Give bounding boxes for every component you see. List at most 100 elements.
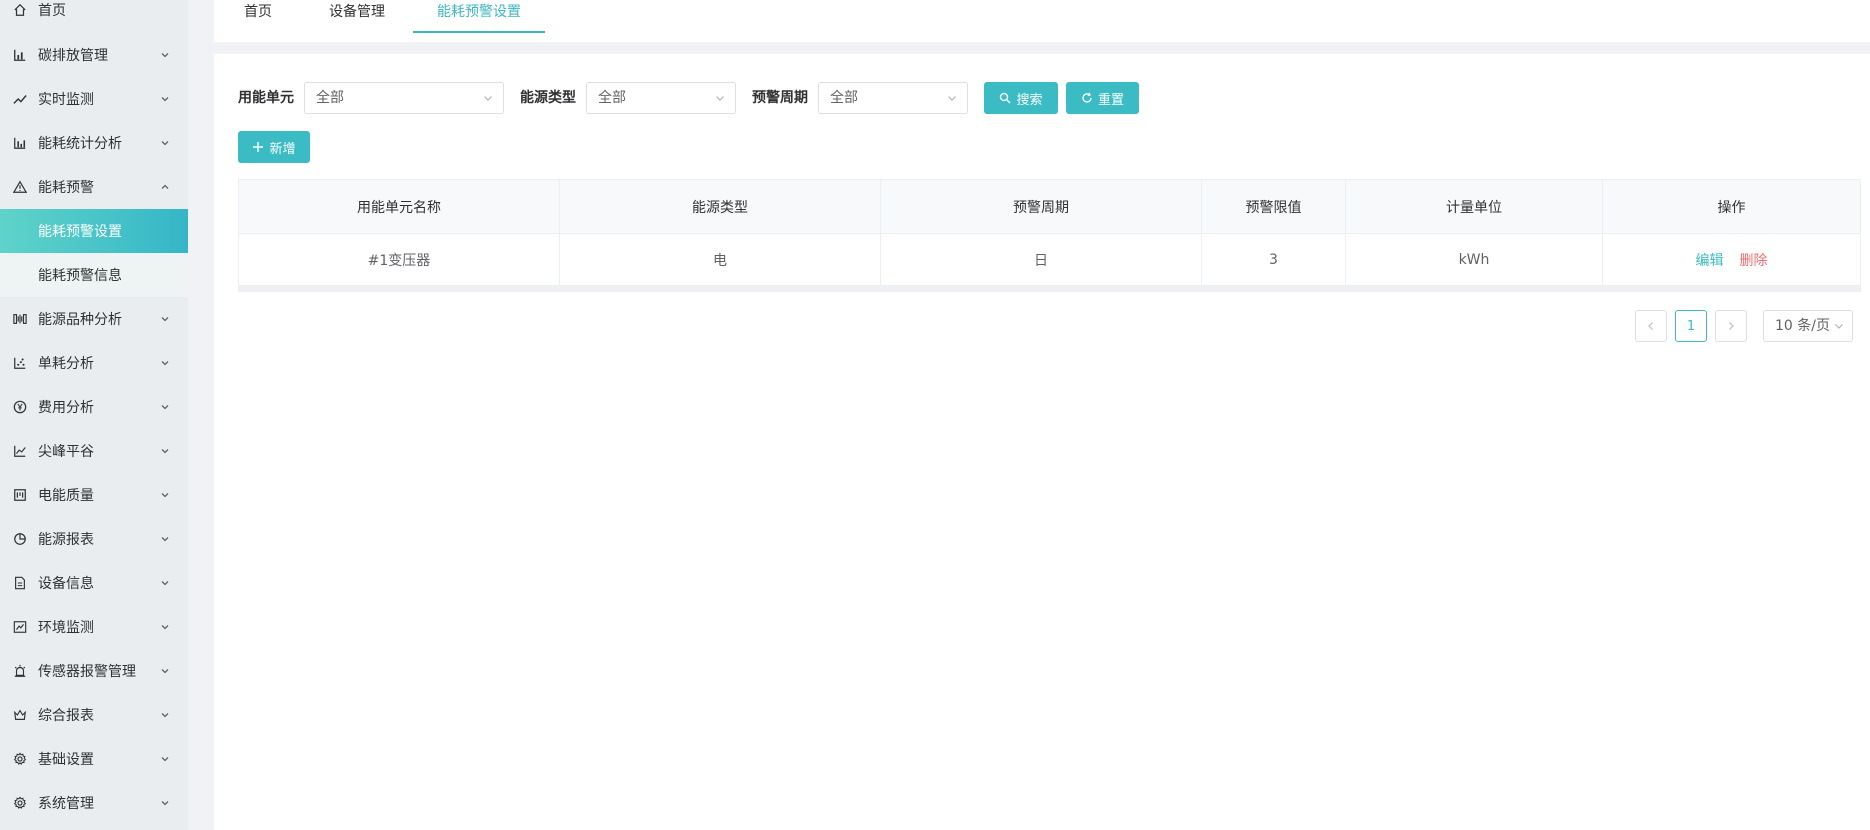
sidebar-item-label: 能源报表 [38,532,94,548]
sidebar-item-label: 能耗预警 [38,180,94,196]
energy-variety-icon [12,311,28,327]
sidebar-subitem-warning-info[interactable]: 能耗预警信息 [0,253,188,297]
chevron-down-icon [160,798,170,808]
chevron-right-icon [1729,322,1734,330]
page-size-value: 10 条/页 [1775,318,1830,334]
chevron-down-icon [160,666,170,676]
sidebar-item-label: 电能质量 [38,488,94,504]
table-cell: kWh [1346,234,1603,286]
crown-report-icon [12,707,28,723]
sidebar-item-energy-variety[interactable]: 能源品种分析 [0,297,188,341]
sidebar-item-label: 单耗分析 [38,356,94,372]
sidebar-item-energy-report[interactable]: 能源报表 [0,517,188,561]
chevron-down-icon [160,446,170,456]
chevron-down-icon [160,314,170,324]
add-button-label: 新增 [269,141,296,157]
sidebar-item-label: 系统管理 [38,796,94,812]
sidebar-item-unit-consumption[interactable]: 单耗分析 [0,341,188,385]
table-cell: 日 [881,234,1202,286]
sidebar-item-peak-valley[interactable]: 尖峰平谷 [0,429,188,473]
period-select-value: 全部 [830,90,858,106]
chevron-down-icon [1834,321,1844,331]
refresh-icon [1082,92,1092,103]
table-actions-cell: 编辑 删除 [1603,234,1860,286]
energy-type-select[interactable]: 全部 [586,82,736,114]
sidebar-subitem-label: 能耗预警信息 [38,268,122,284]
reset-button-label: 重置 [1097,92,1124,108]
search-button-label: 搜索 [1016,92,1043,108]
page-number-button[interactable]: 1 [1675,310,1707,342]
add-button[interactable]: 新增 [238,131,310,163]
chevron-left-icon [1648,322,1653,330]
tab-bar: 首页 设备管理 能耗预警设置 [214,0,1870,42]
sidebar-item-sensor-alarm[interactable]: 传感器报警管理 [0,649,188,693]
table-cell: 电 [560,234,881,286]
sidebar-item-energy-warning[interactable]: 能耗预警 [0,165,188,209]
column-header: 用能单元名称 [239,180,560,234]
table-cell: #1变压器 [239,234,560,286]
document-icon [12,575,28,591]
chevron-down-icon [160,138,170,148]
period-filter-label: 预警周期 [752,90,808,106]
trend-line-icon [12,91,28,107]
line-chart-icon [12,443,28,459]
unit-select[interactable]: 全部 [304,82,504,114]
chevron-down-icon [160,578,170,588]
sidebar-item-comprehensive-report[interactable]: 综合报表 [0,693,188,737]
sidebar-item-label: 费用分析 [38,400,94,416]
prev-page-button[interactable] [1635,310,1667,342]
delete-link[interactable]: 删除 [1740,250,1768,270]
chevron-down-icon [160,534,170,544]
sidebar-item-basic-settings[interactable]: 基础设置 [0,737,188,781]
tab-home[interactable]: 首页 [238,0,278,33]
sidebar-item-label: 首页 [38,3,66,19]
sidebar-item-cost[interactable]: 费用分析 [0,385,188,429]
sidebar-item-device-info[interactable]: 设备信息 [0,561,188,605]
tab-device-management[interactable]: 设备管理 [322,0,392,33]
sidebar-item-energy-stats[interactable]: 能耗统计分析 [0,121,188,165]
scatter-chart-icon [12,355,28,371]
quality-panel-icon [12,487,28,503]
energy-select-value: 全部 [598,90,626,106]
sidebar-item-label: 能源品种分析 [38,312,122,328]
gear-icon [12,795,28,811]
page-size-select[interactable]: 10 条/页 [1763,310,1853,342]
energy-filter-label: 能源类型 [520,90,576,106]
next-page-button[interactable] [1715,310,1747,342]
sidebar-item-label: 综合报表 [38,708,94,724]
search-button[interactable]: 搜索 [984,82,1058,114]
table-scrollbar[interactable] [239,286,1860,291]
column-header: 能源类型 [560,180,881,234]
sidebar-item-realtime[interactable]: 实时监测 [0,77,188,121]
plus-icon [253,142,264,152]
sidebar-item-label: 尖峰平谷 [38,444,94,460]
sidebar-item-carbon[interactable]: 碳排放管理 [0,33,188,77]
main-panel: 用能单元 全部 能源类型 全部 预警周期 全部 搜索 重置 新增 用能单元名称 … [214,54,1870,830]
sidebar-item-power-quality[interactable]: 电能质量 [0,473,188,517]
column-header: 预警周期 [881,180,1202,234]
sidebar-item-env-monitor[interactable]: 环境监测 [0,605,188,649]
sidebar-subitem-warning-settings[interactable]: 能耗预警设置 [0,209,188,253]
chevron-down-icon [160,490,170,500]
column-header: 预警限值 [1202,180,1346,234]
unit-select-value: 全部 [316,90,344,106]
chevron-down-icon [715,93,725,103]
sidebar: 首页 碳排放管理 实时监测 能耗统计分析 能耗预警 能耗预警设置 能耗预警信息 [0,0,188,830]
sidebar-item-system-management[interactable]: 系统管理 [0,781,188,825]
chevron-down-icon [160,754,170,764]
edit-link[interactable]: 编辑 [1696,250,1724,270]
alarm-light-icon [12,663,28,679]
sidebar-item-label: 设备信息 [38,576,94,592]
chevron-up-icon [160,182,170,192]
chevron-down-icon [160,50,170,60]
sidebar-item-label: 能耗统计分析 [38,136,122,152]
sidebar-item-home[interactable]: 首页 [0,0,188,21]
sidebar-item-label: 碳排放管理 [38,48,108,64]
warning-triangle-icon [12,179,28,195]
chevron-down-icon [160,94,170,104]
bar-chart-icon [12,47,28,63]
period-select[interactable]: 全部 [818,82,968,114]
column-header: 操作 [1603,180,1860,234]
reset-button[interactable]: 重置 [1066,82,1139,114]
tab-warning-settings[interactable]: 能耗预警设置 [413,0,545,33]
